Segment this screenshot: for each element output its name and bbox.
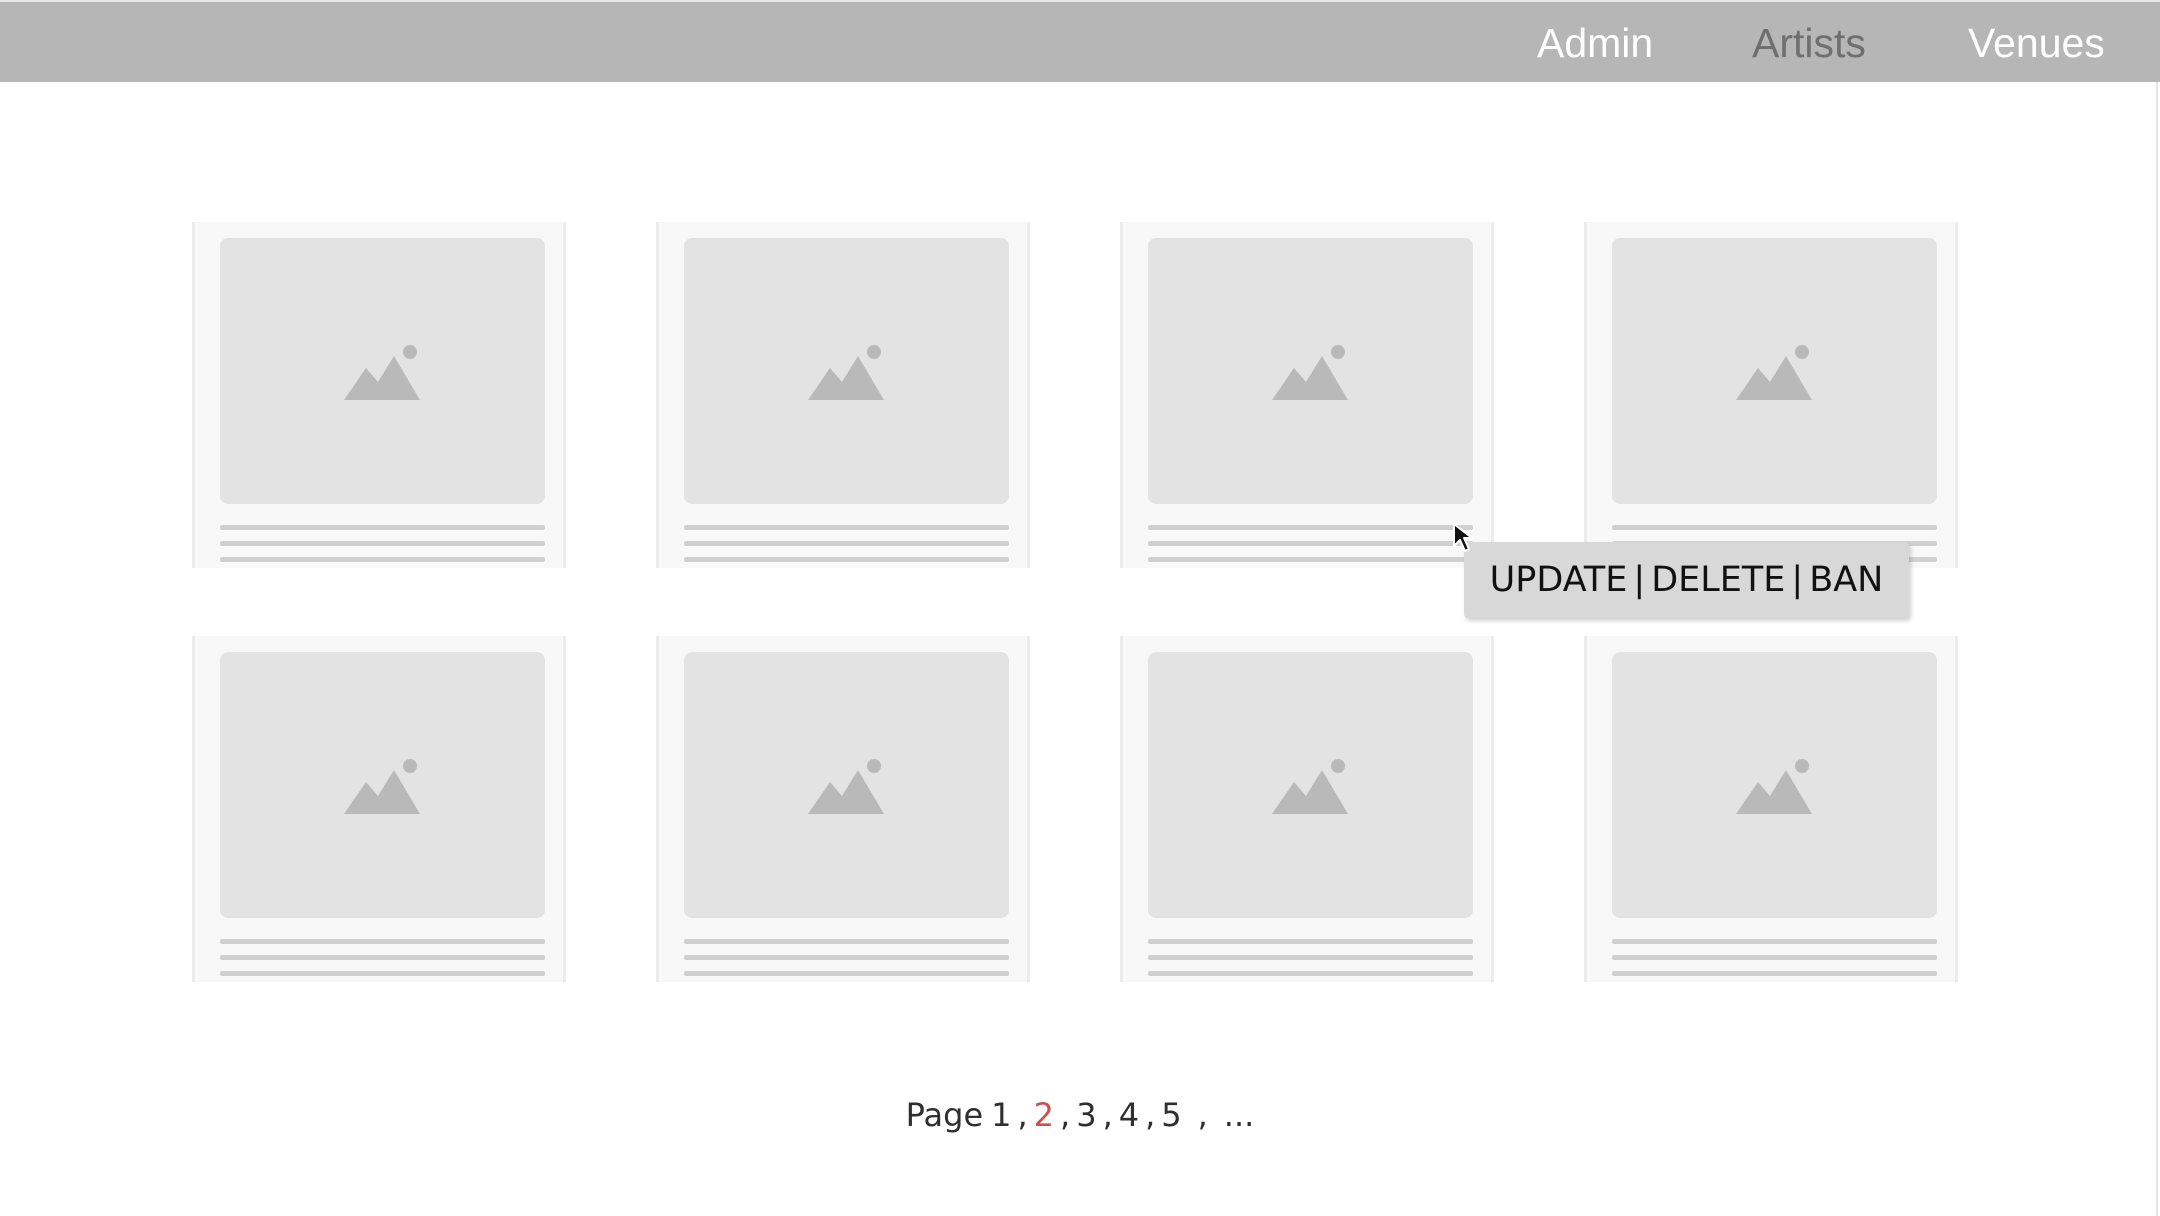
pagination-comma: , [1060, 1096, 1071, 1134]
action-separator: | [1633, 560, 1646, 600]
pagination: Page 1, 2, 3, 4, 5,... [0, 1096, 2160, 1134]
delete-button[interactable]: DELETE [1651, 560, 1785, 600]
pagination-more[interactable]: ... [1224, 1096, 1255, 1134]
card-image-placeholder [220, 238, 545, 504]
card-image-placeholder [1612, 652, 1937, 918]
page-link-1[interactable]: 1 [991, 1096, 1011, 1134]
text-placeholder-line [684, 557, 1009, 562]
pagination-comma: , [1102, 1096, 1113, 1134]
card-image-placeholder [684, 652, 1009, 918]
page-link-2-current[interactable]: 2 [1034, 1096, 1054, 1134]
nav-item-admin[interactable]: Admin [1537, 2, 1653, 84]
text-placeholder-line [684, 525, 1009, 530]
text-placeholder-line [1148, 955, 1473, 960]
text-placeholder-line [220, 525, 545, 530]
text-placeholder-line [1148, 557, 1473, 562]
text-placeholder-line [220, 541, 545, 546]
text-placeholder-line [684, 955, 1009, 960]
card-image-placeholder [220, 652, 545, 918]
text-placeholder-line [220, 971, 545, 976]
text-placeholder-line [684, 939, 1009, 944]
image-placeholder-icon [1272, 345, 1348, 400]
pagination-label: Page [905, 1096, 984, 1134]
text-placeholder-line [1148, 525, 1473, 530]
text-placeholder-line [220, 955, 545, 960]
card-image-placeholder [1612, 238, 1937, 504]
nav-item-artists[interactable]: Artists [1752, 2, 1866, 84]
text-placeholder-line [1612, 955, 1937, 960]
card-image-placeholder [684, 238, 1009, 504]
card-actions-popup: UPDATE | DELETE | BAN [1464, 542, 1909, 618]
artist-card[interactable] [656, 222, 1030, 568]
top-navbar: Admin Artists Venues [0, 0, 2160, 82]
pagination-comma: , [1197, 1096, 1208, 1134]
page-link-5[interactable]: 5 [1161, 1096, 1181, 1134]
page: Admin Artists Venues UPDATE | DELETE | B… [0, 0, 2160, 1216]
artist-card[interactable] [1584, 636, 1958, 982]
text-placeholder-line [1612, 525, 1937, 530]
image-placeholder-icon [808, 345, 884, 400]
card-image-placeholder [1148, 238, 1473, 504]
image-placeholder-icon [1736, 345, 1812, 400]
image-placeholder-icon [344, 759, 420, 814]
artist-card[interactable] [1584, 222, 1958, 568]
pagination-comma: , [1017, 1096, 1028, 1134]
page-link-4[interactable]: 4 [1119, 1096, 1139, 1134]
text-placeholder-line [220, 939, 545, 944]
artist-card[interactable] [656, 636, 1030, 982]
text-placeholder-line [1148, 939, 1473, 944]
page-edge-divider [2156, 82, 2158, 1216]
card-image-placeholder [1148, 652, 1473, 918]
artist-card[interactable] [1120, 222, 1494, 568]
text-placeholder-line [1612, 971, 1937, 976]
ban-button[interactable]: BAN [1809, 560, 1883, 600]
text-placeholder-line [684, 541, 1009, 546]
artist-card[interactable] [192, 636, 566, 982]
text-placeholder-line [1148, 541, 1473, 546]
artist-card[interactable] [1120, 636, 1494, 982]
artist-card[interactable] [192, 222, 566, 568]
mouse-cursor-icon [1453, 523, 1473, 552]
image-placeholder-icon [1736, 759, 1812, 814]
image-placeholder-icon [808, 759, 884, 814]
nav-item-venues[interactable]: Venues [1968, 2, 2105, 84]
text-placeholder-line [684, 971, 1009, 976]
text-placeholder-line [1612, 939, 1937, 944]
action-separator: | [1791, 560, 1804, 600]
text-placeholder-line [1148, 971, 1473, 976]
update-button[interactable]: UPDATE [1490, 560, 1628, 600]
pagination-comma: , [1145, 1096, 1156, 1134]
image-placeholder-icon [1272, 759, 1348, 814]
image-placeholder-icon [344, 345, 420, 400]
page-link-3[interactable]: 3 [1076, 1096, 1096, 1134]
text-placeholder-line [220, 557, 545, 562]
